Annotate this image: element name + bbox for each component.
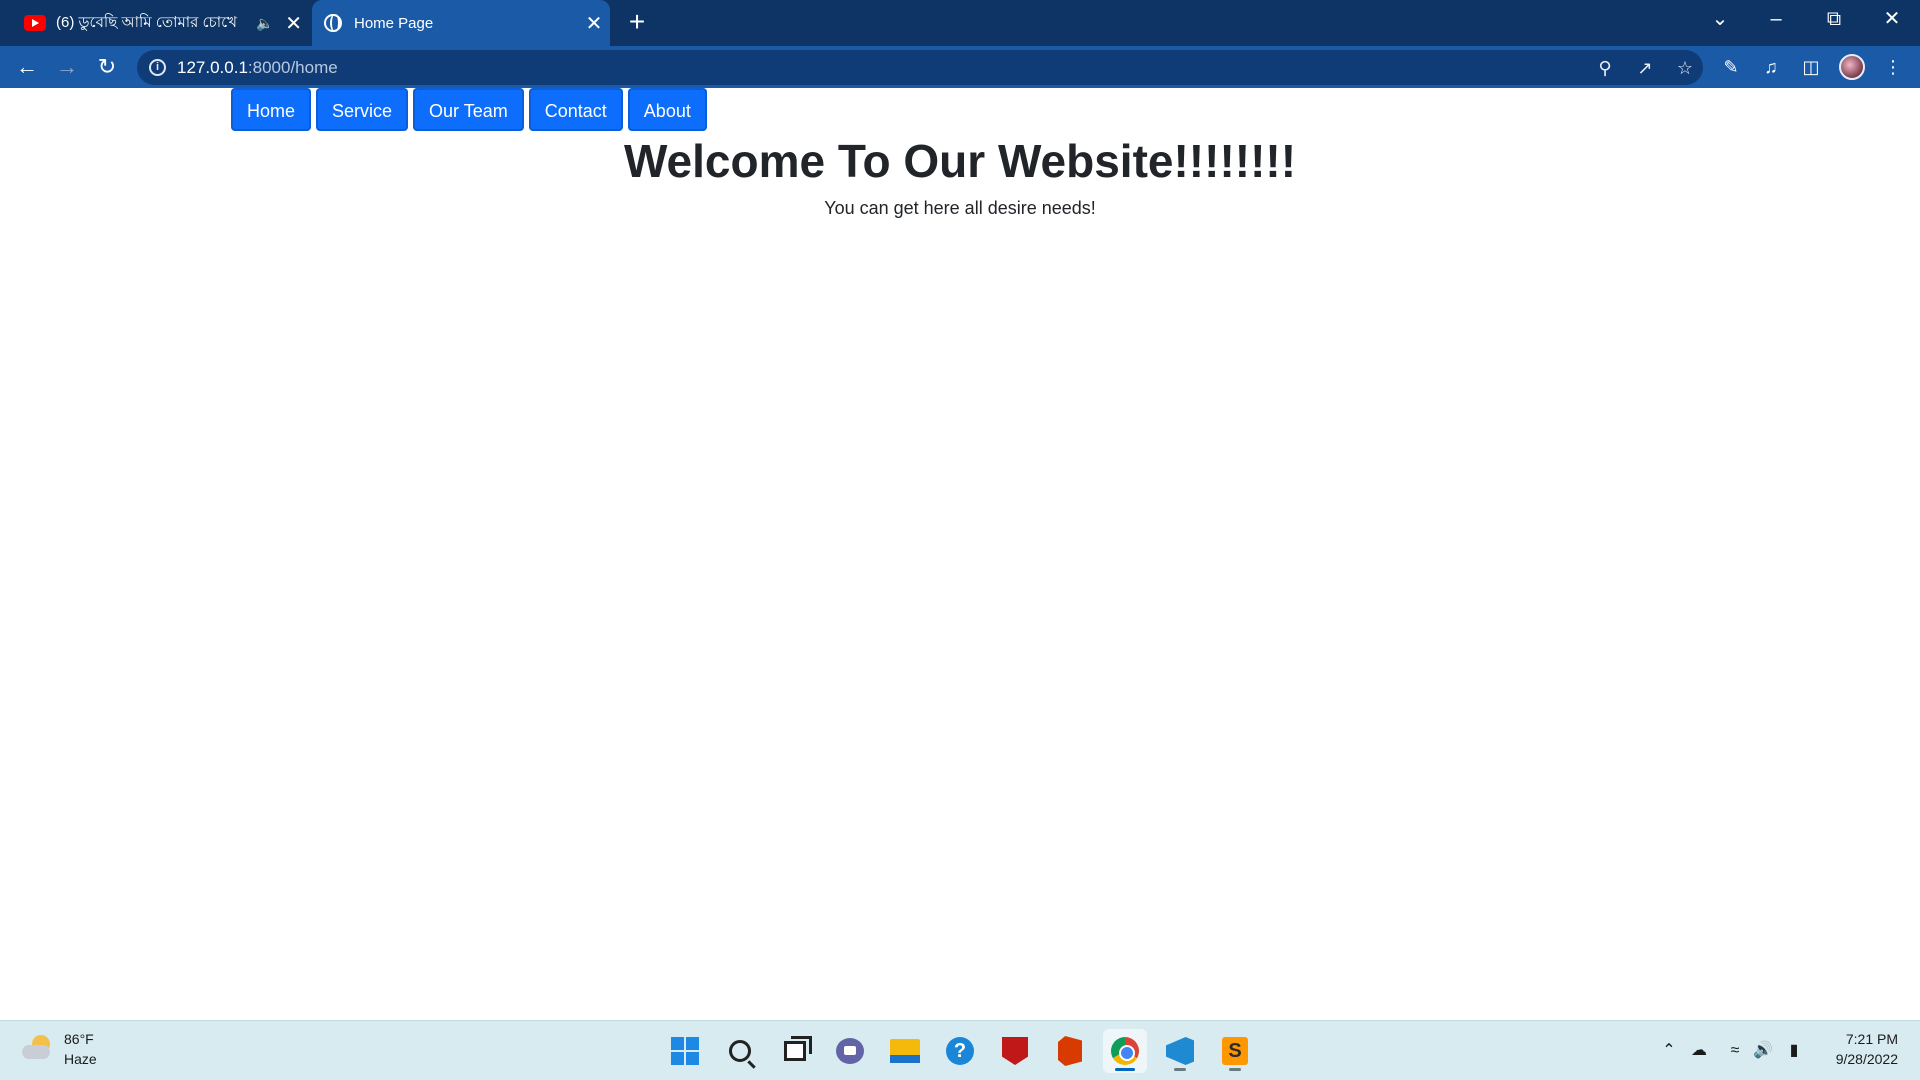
globe-icon xyxy=(324,14,342,32)
tab-title: (6) ডুবেছি আমি তোমার চোখে xyxy=(56,13,237,31)
browser-tabstrip: (6) ডুবেছি আমি তোমার চোখে 🔈 ✕ Home Page … xyxy=(0,0,1920,46)
windows-logo-icon xyxy=(671,1037,699,1065)
web-page: Home Service Our Team Contact About Welc… xyxy=(0,88,1920,1020)
tab-search-chevron-icon[interactable]: ⌄ xyxy=(1692,0,1748,40)
get-help-button[interactable]: ? xyxy=(938,1029,982,1073)
onedrive-cloud-icon[interactable]: ☁ xyxy=(1688,1041,1710,1061)
mcafee-icon xyxy=(1002,1037,1028,1065)
minimize-button[interactable]: – xyxy=(1748,0,1804,40)
show-hidden-icons-chevron-icon[interactable]: ⌃ xyxy=(1658,1041,1680,1061)
nav-about-button[interactable]: About xyxy=(627,88,707,131)
chrome-icon xyxy=(1111,1037,1139,1065)
back-button[interactable]: ← xyxy=(10,50,44,84)
chat-icon xyxy=(836,1038,864,1064)
restore-button[interactable]: ⧉ xyxy=(1806,0,1862,40)
speaker-icon[interactable]: 🔈 xyxy=(255,15,274,32)
close-window-button[interactable]: ✕ xyxy=(1864,0,1920,40)
start-button[interactable] xyxy=(663,1029,707,1073)
windows-taskbar: 86°F Haze ? S ⌃ ☁ ≈ 🔊 ▮ 7:21 PM 9/28/202… xyxy=(0,1020,1920,1080)
browser-toolbar: ← → ↻ i 127.0.0.1:8000/home ⚲ ↗ ☆ ✎ ♫ ◫ … xyxy=(0,46,1920,88)
youtube-icon xyxy=(24,15,46,31)
wifi-icon[interactable]: ≈ xyxy=(1724,1041,1746,1061)
clock-time[interactable]: 7:21 PM xyxy=(1838,1031,1898,1047)
running-indicator xyxy=(1174,1068,1186,1071)
page-heading: Welcome To Our Website!!!!!!!! xyxy=(623,135,1297,187)
address-bar[interactable]: i 127.0.0.1:8000/home ⚲ ↗ ☆ xyxy=(137,50,1703,85)
nav-contact-button[interactable]: Contact xyxy=(528,88,623,131)
page-subheading: You can get here all desire needs! xyxy=(824,198,1096,218)
office-icon xyxy=(1058,1036,1082,1066)
tab-close-icon[interactable]: ✕ xyxy=(582,11,606,36)
tab-home-page[interactable]: Home Page ✕ xyxy=(312,0,610,46)
new-tab-button[interactable]: + xyxy=(620,6,654,40)
running-indicator xyxy=(1229,1068,1241,1071)
folder-icon xyxy=(890,1039,920,1063)
zoom-icon[interactable]: ⚲ xyxy=(1592,55,1618,81)
forward-button[interactable]: → xyxy=(50,50,84,84)
chrome-button[interactable] xyxy=(1103,1029,1147,1073)
tab-title: Home Page xyxy=(354,14,434,32)
mcafee-button[interactable] xyxy=(993,1029,1037,1073)
sublime-text-button[interactable]: S xyxy=(1213,1029,1257,1073)
vscode-button[interactable] xyxy=(1158,1029,1202,1073)
weather-condition[interactable]: Haze xyxy=(64,1051,97,1067)
weather-temperature[interactable]: 86°F xyxy=(64,1031,94,1047)
profile-avatar[interactable] xyxy=(1839,54,1865,80)
running-indicator xyxy=(1115,1068,1135,1071)
url-text[interactable]: 127.0.0.1:8000/home xyxy=(177,58,338,78)
office-button[interactable] xyxy=(1048,1029,1092,1073)
menu-kebab-icon[interactable]: ⋮ xyxy=(1880,54,1906,80)
nav-home-button[interactable]: Home xyxy=(231,88,312,131)
nav-service-button[interactable]: Service xyxy=(316,88,409,131)
task-view-button[interactable] xyxy=(773,1029,817,1073)
side-panel-icon[interactable]: ◫ xyxy=(1798,54,1824,80)
share-icon[interactable]: ↗ xyxy=(1632,55,1658,81)
media-control-icon[interactable]: ♫ xyxy=(1758,54,1784,80)
tab-youtube[interactable]: (6) ডুবেছি আমি তোমার চোখে 🔈 ✕ xyxy=(18,0,305,46)
reload-button[interactable]: ↻ xyxy=(90,50,124,84)
task-view-icon xyxy=(784,1036,812,1061)
nav-our-team-button[interactable]: Our Team xyxy=(413,88,524,131)
sublime-text-icon: S xyxy=(1222,1037,1248,1065)
tab-close-icon[interactable]: ✕ xyxy=(282,11,305,36)
vscode-icon xyxy=(1166,1037,1194,1065)
battery-icon[interactable]: ▮ xyxy=(1783,1041,1805,1061)
volume-icon[interactable]: 🔊 xyxy=(1752,1041,1774,1061)
chat-button[interactable] xyxy=(828,1029,872,1073)
site-nav: Home Service Our Team Contact About xyxy=(231,88,707,131)
bookmark-star-icon[interactable]: ☆ xyxy=(1672,55,1698,81)
site-info-icon[interactable]: i xyxy=(149,59,166,76)
file-explorer-button[interactable] xyxy=(883,1029,927,1073)
extensions-icon[interactable]: ✎ xyxy=(1718,54,1744,80)
search-icon xyxy=(729,1040,751,1062)
help-icon: ? xyxy=(946,1037,974,1065)
weather-icon[interactable] xyxy=(22,1035,52,1061)
clock-date[interactable]: 9/28/2022 xyxy=(1818,1051,1898,1067)
search-button[interactable] xyxy=(718,1029,762,1073)
